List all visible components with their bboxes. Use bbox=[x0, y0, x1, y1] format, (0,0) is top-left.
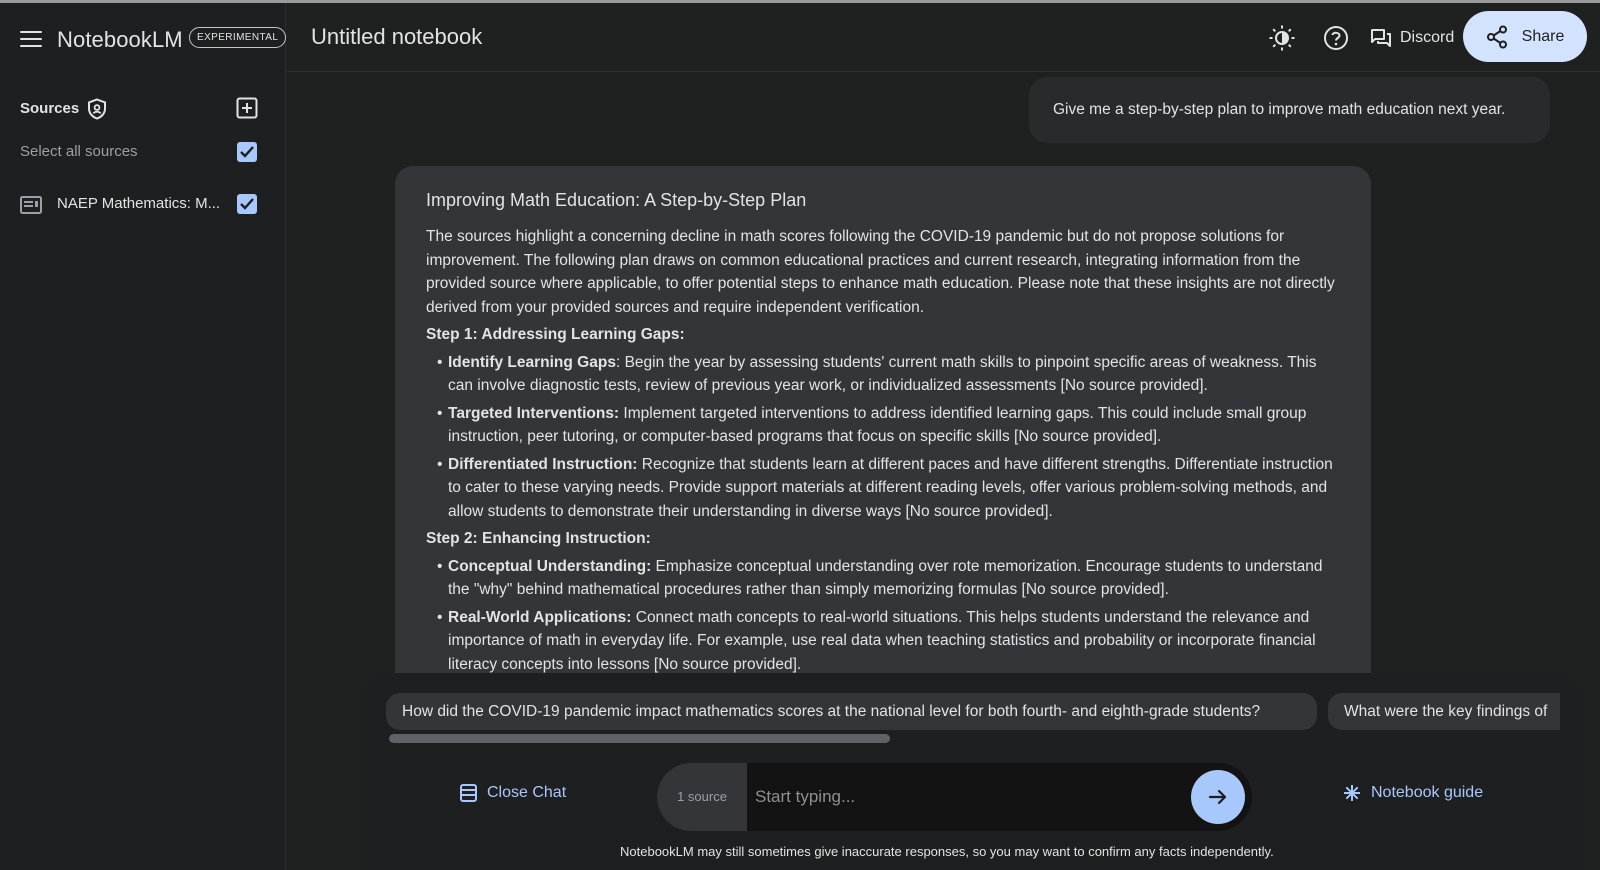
bullet-dot: • bbox=[437, 404, 443, 422]
bullet-term: Identify Learning Gaps bbox=[448, 353, 616, 371]
list-item: • Real-World Applications: Connect math … bbox=[426, 606, 1341, 677]
suggested-question[interactable]: How did the COVID-19 pandemic impact mat… bbox=[386, 693, 1317, 730]
bullet-term: Real-World Applications: bbox=[448, 608, 632, 626]
chat-input-container: 1 source bbox=[657, 763, 1252, 831]
source-document-icon bbox=[20, 196, 42, 214]
discord-icon bbox=[1371, 29, 1391, 47]
close-chat-button[interactable]: Close Chat bbox=[460, 784, 566, 802]
chat-input[interactable] bbox=[755, 763, 1175, 831]
response-intro: The sources highlight a concerning decli… bbox=[426, 228, 1335, 316]
bullet-dot: • bbox=[437, 455, 443, 473]
experimental-badge: EXPERIMENTAL bbox=[189, 27, 287, 48]
notebook-title[interactable]: Untitled notebook bbox=[311, 24, 482, 50]
step-heading: Step 1: Addressing Learning Gaps: bbox=[426, 326, 685, 343]
arrow-right-icon bbox=[1208, 789, 1227, 805]
share-button[interactable]: Share bbox=[1463, 11, 1587, 62]
theme-toggle-icon[interactable] bbox=[1268, 24, 1296, 52]
list-item: • Targeted Interventions: Implement targ… bbox=[426, 402, 1341, 449]
sidebar: NotebookLM EXPERIMENTAL Sources Select a… bbox=[0, 3, 287, 870]
select-all-checkbox[interactable] bbox=[237, 142, 257, 162]
response-card: Improving Math Education: A Step-by-Step… bbox=[395, 166, 1371, 686]
notebook-guide-button[interactable]: Notebook guide bbox=[1343, 784, 1483, 802]
suggested-question[interactable]: What were the key findings of bbox=[1328, 693, 1560, 730]
help-icon[interactable] bbox=[1323, 25, 1349, 51]
header-divider bbox=[287, 71, 1600, 72]
menu-icon[interactable] bbox=[20, 31, 42, 49]
source-count-chip[interactable]: 1 source bbox=[657, 763, 747, 831]
bullet-term: Targeted Interventions: bbox=[448, 404, 620, 422]
discord-button[interactable]: Discord bbox=[1370, 25, 1454, 51]
app-logo: NotebookLM bbox=[57, 27, 183, 52]
add-source-icon[interactable] bbox=[236, 97, 258, 119]
close-chat-icon bbox=[460, 784, 477, 802]
notebook-guide-label: Notebook guide bbox=[1371, 784, 1484, 801]
source-checkbox-naep[interactable] bbox=[237, 194, 257, 214]
shield-icon bbox=[88, 98, 106, 120]
share-icon bbox=[1486, 25, 1507, 48]
list-item: • Identify Learning Gaps: Begin the year… bbox=[426, 351, 1341, 398]
suggestions-scrollbar[interactable] bbox=[389, 734, 890, 743]
discord-label: Discord bbox=[1400, 29, 1455, 46]
response-title: Improving Math Education: A Step-by-Step… bbox=[426, 190, 807, 210]
bullet-dot: • bbox=[437, 608, 443, 626]
select-all-sources-label: Select all sources bbox=[20, 143, 138, 160]
step-heading: Step 2: Enhancing Instruction: bbox=[426, 530, 651, 547]
send-button[interactable] bbox=[1191, 770, 1245, 824]
sources-title: Sources bbox=[20, 100, 80, 117]
list-item: • Differentiated Instruction: Recognize … bbox=[426, 453, 1341, 524]
check-icon bbox=[240, 146, 254, 158]
share-label: Share bbox=[1521, 27, 1565, 45]
source-item-naep[interactable]: NAEP Mathematics: M... bbox=[57, 195, 220, 212]
bullet-dot: • bbox=[437, 557, 443, 575]
check-icon bbox=[240, 198, 254, 210]
disclaimer-text: NotebookLM may still sometimes give inac… bbox=[620, 844, 1274, 859]
bullet-term: Differentiated Instruction: bbox=[448, 455, 638, 473]
user-message: Give me a step-by-step plan to improve m… bbox=[1029, 77, 1550, 143]
sparkle-icon bbox=[1344, 785, 1360, 801]
bullet-term: Conceptual Understanding: bbox=[448, 557, 652, 575]
bullet-dot: • bbox=[437, 353, 443, 371]
list-item: • Conceptual Understanding: Emphasize co… bbox=[426, 555, 1341, 602]
close-chat-label: Close Chat bbox=[487, 784, 567, 801]
